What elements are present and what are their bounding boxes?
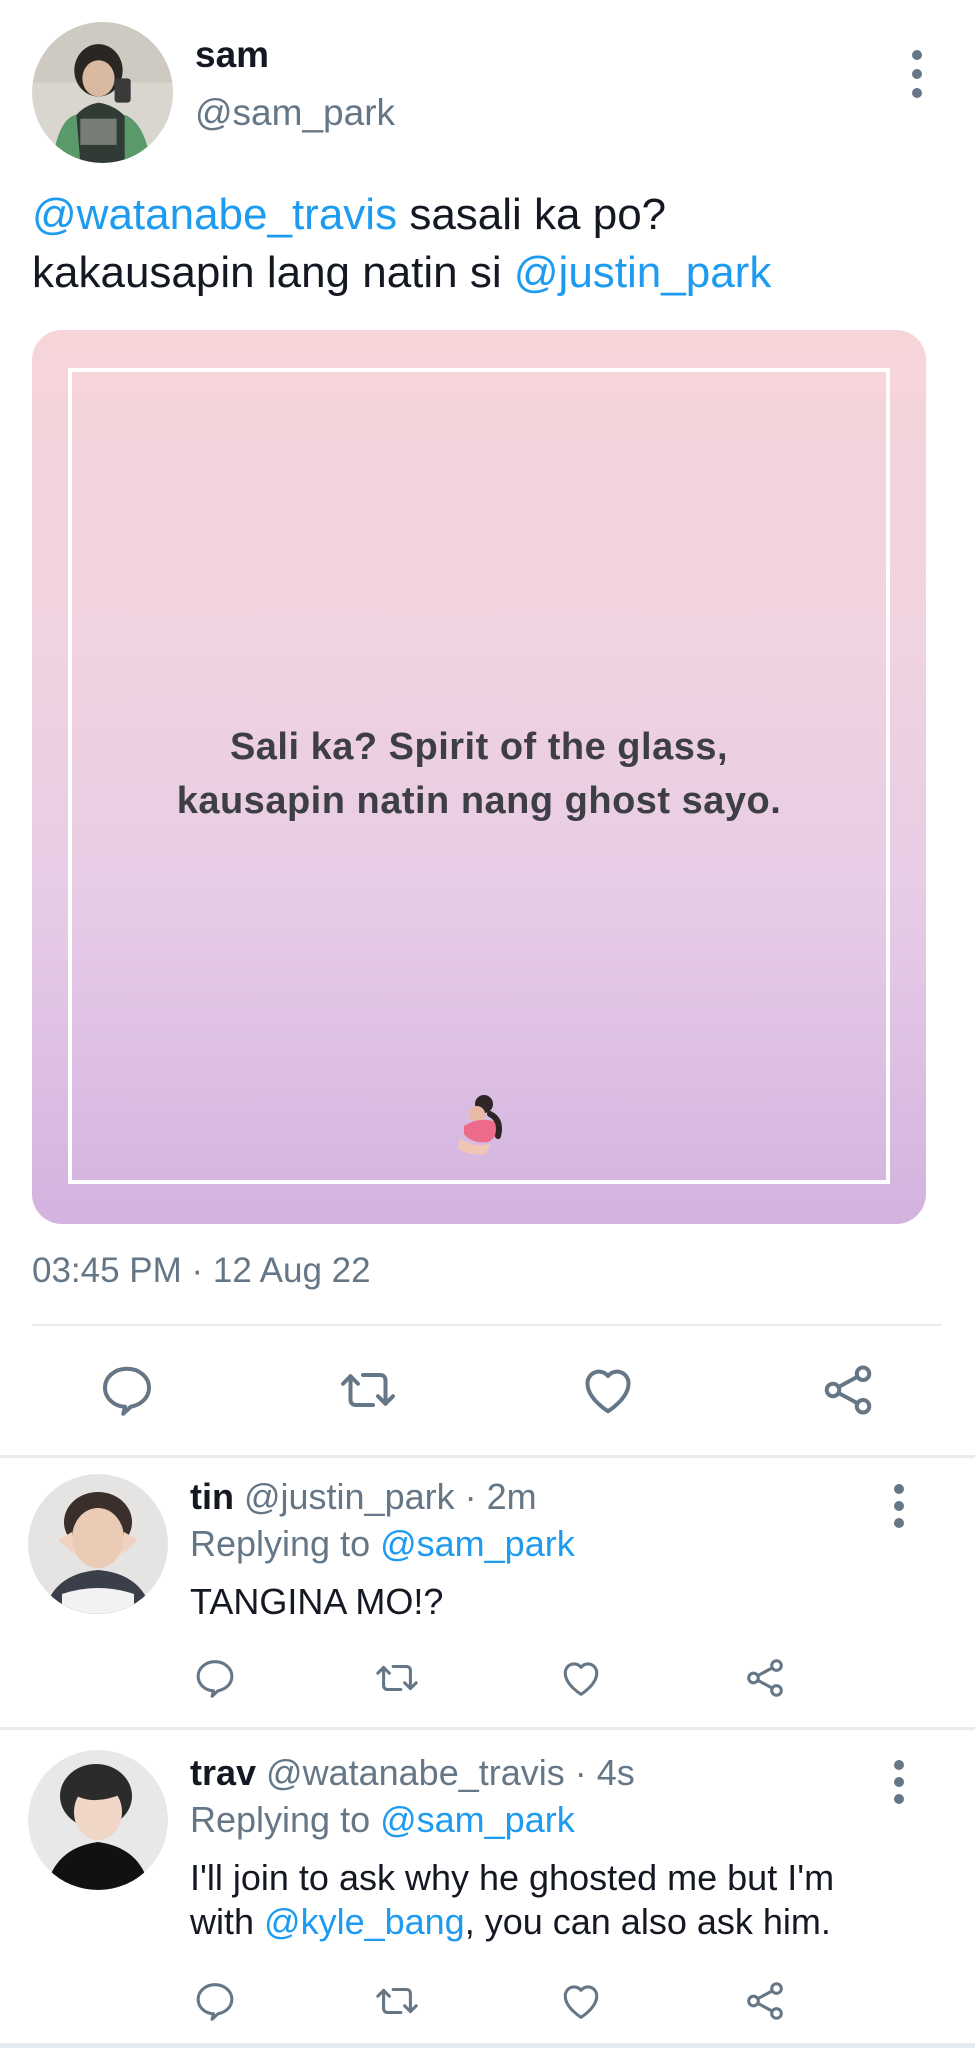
reply-icon[interactable] [97, 1360, 157, 1420]
image-caption-line: Sali ka? Spirit of the glass, [229, 726, 729, 768]
replying-to: Replying to @sam_park [190, 1799, 575, 1841]
reply-text-segment: with [190, 1901, 265, 1942]
reply-text-segment: , you can also ask him. [464, 1901, 831, 1942]
image-caption: Sali ka? Spirit of the glass, kausapin n… [32, 720, 926, 828]
replying-to-handle[interactable]: @sam_park [380, 1799, 575, 1840]
reply-icon[interactable] [192, 1978, 238, 2024]
share-icon[interactable] [818, 1360, 878, 1420]
reply-header: trav @watanabe_travis · 4s [190, 1752, 635, 1794]
divider [32, 1324, 942, 1326]
replying-to-handle[interactable]: @sam_park [380, 1523, 575, 1564]
like-icon[interactable] [558, 1978, 604, 2024]
image-caption-line: kausapin natin nang ghost sayo. [176, 780, 782, 822]
reply-author-name[interactable]: trav [190, 1752, 256, 1793]
divider [0, 1727, 975, 1730]
retweet-icon[interactable] [374, 1978, 420, 2024]
reply-header: tin @justin_park · 2m [190, 1476, 537, 1518]
more-vertical-icon[interactable] [885, 1480, 915, 1540]
author-avatar[interactable] [32, 22, 173, 163]
reply-text: TANGINA MO!? [190, 1581, 444, 1622]
like-icon[interactable] [558, 1655, 604, 1701]
reply-avatar[interactable] [28, 1750, 168, 1890]
reply-author-meta[interactable]: @justin_park · 2m [234, 1476, 537, 1517]
tweet-text-segment: sasali ka po? [397, 190, 667, 239]
replying-to: Replying to @sam_park [190, 1523, 575, 1565]
reply-text: I'll join to ask why he ghosted me but I… [190, 1856, 930, 1944]
reply-icon[interactable] [192, 1655, 238, 1701]
author-name[interactable]: sam [195, 34, 269, 76]
mention-link[interactable]: @kyle_bang [264, 1901, 465, 1942]
tweet-timestamp[interactable]: 03:45 PM · 12 Aug 22 [32, 1251, 371, 1291]
mention-link[interactable]: @justin_park [514, 248, 771, 297]
retweet-icon[interactable] [338, 1360, 398, 1420]
more-vertical-icon[interactable] [903, 44, 933, 104]
reply-text-line: I'll join to ask why he ghosted me but I… [190, 1857, 835, 1898]
reply-author-meta[interactable]: @watanabe_travis · 4s [256, 1752, 635, 1793]
replying-to-label: Replying to [190, 1523, 381, 1564]
like-icon[interactable] [578, 1360, 638, 1420]
more-vertical-icon[interactable] [885, 1756, 915, 1816]
author-handle[interactable]: @sam_park [195, 92, 395, 134]
tweet-text: @watanabe_travis sasali ka po? kakausapi… [32, 186, 932, 302]
share-icon[interactable] [742, 1978, 788, 2024]
reply-author-name[interactable]: tin [190, 1476, 234, 1517]
replying-to-label: Replying to [190, 1799, 381, 1840]
divider [0, 1455, 975, 1458]
divider [0, 2043, 975, 2048]
tweet-image[interactable]: Sali ka? Spirit of the glass, kausapin n… [32, 330, 926, 1224]
reply-avatar[interactable] [28, 1474, 168, 1614]
mention-link[interactable]: @watanabe_travis [32, 190, 397, 239]
retweet-icon[interactable] [374, 1655, 420, 1701]
girl-illustration-icon [458, 1095, 502, 1155]
tweet-text-segment: kakausapin lang natin si [32, 248, 514, 297]
share-icon[interactable] [742, 1655, 788, 1701]
